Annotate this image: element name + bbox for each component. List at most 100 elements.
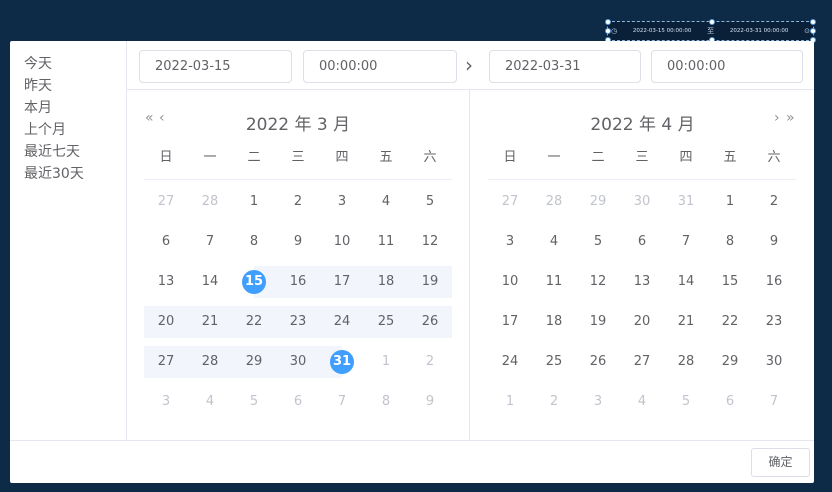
day-cell[interactable]: 30 xyxy=(752,346,796,378)
day-cell[interactable]: 25 xyxy=(532,346,576,378)
day-cell[interactable]: 27 xyxy=(620,346,664,378)
day-cell[interactable]: 22 xyxy=(708,306,752,338)
day-cell[interactable]: 9 xyxy=(752,226,796,258)
day-cell[interactable]: 29 xyxy=(576,186,620,218)
day-cell[interactable]: 20 xyxy=(620,306,664,338)
day-cell[interactable]: 23 xyxy=(276,306,320,338)
day-cell[interactable]: 17 xyxy=(488,306,532,338)
day-cell[interactable]: 28 xyxy=(532,186,576,218)
day-cell[interactable]: 19 xyxy=(576,306,620,338)
day-cell[interactable]: 12 xyxy=(576,266,620,298)
shortcut-last-7-days[interactable]: 最近七天 xyxy=(10,141,126,163)
day-cell[interactable]: 29 xyxy=(708,346,752,378)
day-cell[interactable]: 6 xyxy=(620,226,664,258)
day-cell[interactable]: 4 xyxy=(620,386,664,418)
day-cell[interactable]: 14 xyxy=(188,266,232,298)
day-cell[interactable]: 8 xyxy=(364,386,408,418)
day-cell[interactable]: 11 xyxy=(364,226,408,258)
day-cell[interactable]: 5 xyxy=(232,386,276,418)
day-cell[interactable]: 27 xyxy=(144,186,188,218)
day-cell[interactable]: 9 xyxy=(276,226,320,258)
shortcut-sidebar: 今天 昨天 本月 上个月 最近七天 最近30天 xyxy=(10,41,127,440)
day-cell[interactable]: 23 xyxy=(752,306,796,338)
day-cell[interactable]: 7 xyxy=(752,386,796,418)
day-cell[interactable]: 28 xyxy=(664,346,708,378)
day-cell[interactable]: 2 xyxy=(276,186,320,218)
day-cell[interactable]: 31 xyxy=(664,186,708,218)
day-cell[interactable]: 4 xyxy=(532,226,576,258)
day-cell[interactable]: 24 xyxy=(320,306,364,338)
start-date-input[interactable]: 2022-03-15 xyxy=(139,50,292,83)
day-number: 1 xyxy=(725,194,735,209)
day-cell[interactable]: 10 xyxy=(488,266,532,298)
day-cell[interactable]: 3 xyxy=(488,226,532,258)
day-cell[interactable]: 3 xyxy=(576,386,620,418)
shortcut-this-month[interactable]: 本月 xyxy=(10,97,126,119)
day-cell[interactable]: 4 xyxy=(364,186,408,218)
day-cell[interactable]: 2 xyxy=(532,386,576,418)
day-cell[interactable]: 1 xyxy=(364,346,408,378)
day-cell[interactable]: 15 xyxy=(708,266,752,298)
day-cell[interactable]: 26 xyxy=(408,306,452,338)
day-cell[interactable]: 11 xyxy=(532,266,576,298)
day-cell[interactable]: 27 xyxy=(144,346,188,378)
end-date-input[interactable]: 2022-03-31 xyxy=(489,50,641,83)
day-cell[interactable]: 3 xyxy=(144,386,188,418)
day-cell[interactable]: 13 xyxy=(620,266,664,298)
day-cell[interactable]: 26 xyxy=(576,346,620,378)
day-cell[interactable]: 12 xyxy=(408,226,452,258)
day-cell[interactable]: 2 xyxy=(752,186,796,218)
shortcut-last-30-days[interactable]: 最近30天 xyxy=(10,163,126,185)
day-cell[interactable]: 20 xyxy=(144,306,188,338)
day-cell[interactable]: 2 xyxy=(408,346,452,378)
day-cell[interactable]: 17 xyxy=(320,266,364,298)
day-cell[interactable]: 28 xyxy=(188,186,232,218)
day-cell[interactable]: 19 xyxy=(408,266,452,298)
day-cell[interactable]: 5 xyxy=(408,186,452,218)
day-cell[interactable]: 10 xyxy=(320,226,364,258)
day-cell[interactable]: 1 xyxy=(488,386,532,418)
selected-day-start[interactable]: 15 xyxy=(232,266,276,298)
date-range-input[interactable]: ◷ 2022-03-15 00:00:00 至 2022-03-31 00:00… xyxy=(605,19,816,43)
day-cell[interactable]: 5 xyxy=(576,226,620,258)
day-cell[interactable]: 1 xyxy=(232,186,276,218)
day-cell[interactable]: 27 xyxy=(488,186,532,218)
weekday-label: 一 xyxy=(203,150,217,165)
shortcut-last-month[interactable]: 上个月 xyxy=(10,119,126,141)
day-cell[interactable]: 14 xyxy=(664,266,708,298)
day-cell[interactable]: 7 xyxy=(188,226,232,258)
selected-day-end[interactable]: 31 xyxy=(320,346,364,378)
day-cell[interactable]: 6 xyxy=(276,386,320,418)
day-cell[interactable]: 29 xyxy=(232,346,276,378)
shortcut-today[interactable]: 今天 xyxy=(10,53,126,75)
day-cell[interactable]: 16 xyxy=(276,266,320,298)
day-cell[interactable]: 30 xyxy=(276,346,320,378)
day-cell[interactable]: 5 xyxy=(664,386,708,418)
day-cell[interactable]: 25 xyxy=(364,306,408,338)
start-time-input[interactable]: 00:00:00 xyxy=(303,50,457,83)
shortcut-yesterday[interactable]: 昨天 xyxy=(10,75,126,97)
day-cell[interactable]: 8 xyxy=(708,226,752,258)
end-time-input[interactable]: 00:00:00 xyxy=(651,50,803,83)
day-cell[interactable]: 9 xyxy=(408,386,452,418)
day-cell[interactable]: 6 xyxy=(144,226,188,258)
day-cell[interactable]: 3 xyxy=(320,186,364,218)
day-cell[interactable]: 30 xyxy=(620,186,664,218)
day-cell[interactable]: 4 xyxy=(188,386,232,418)
day-cell[interactable]: 18 xyxy=(364,266,408,298)
resize-handle xyxy=(605,19,611,25)
day-cell[interactable]: 8 xyxy=(232,226,276,258)
day-cell[interactable]: 7 xyxy=(320,386,364,418)
day-cell[interactable]: 24 xyxy=(488,346,532,378)
confirm-button[interactable]: 确定 xyxy=(751,448,810,477)
day-cell[interactable]: 7 xyxy=(664,226,708,258)
day-cell[interactable]: 22 xyxy=(232,306,276,338)
day-cell[interactable]: 6 xyxy=(708,386,752,418)
day-cell[interactable]: 21 xyxy=(664,306,708,338)
day-cell[interactable]: 18 xyxy=(532,306,576,338)
day-cell[interactable]: 16 xyxy=(752,266,796,298)
day-cell[interactable]: 13 xyxy=(144,266,188,298)
day-cell[interactable]: 28 xyxy=(188,346,232,378)
day-cell[interactable]: 1 xyxy=(708,186,752,218)
day-cell[interactable]: 21 xyxy=(188,306,232,338)
